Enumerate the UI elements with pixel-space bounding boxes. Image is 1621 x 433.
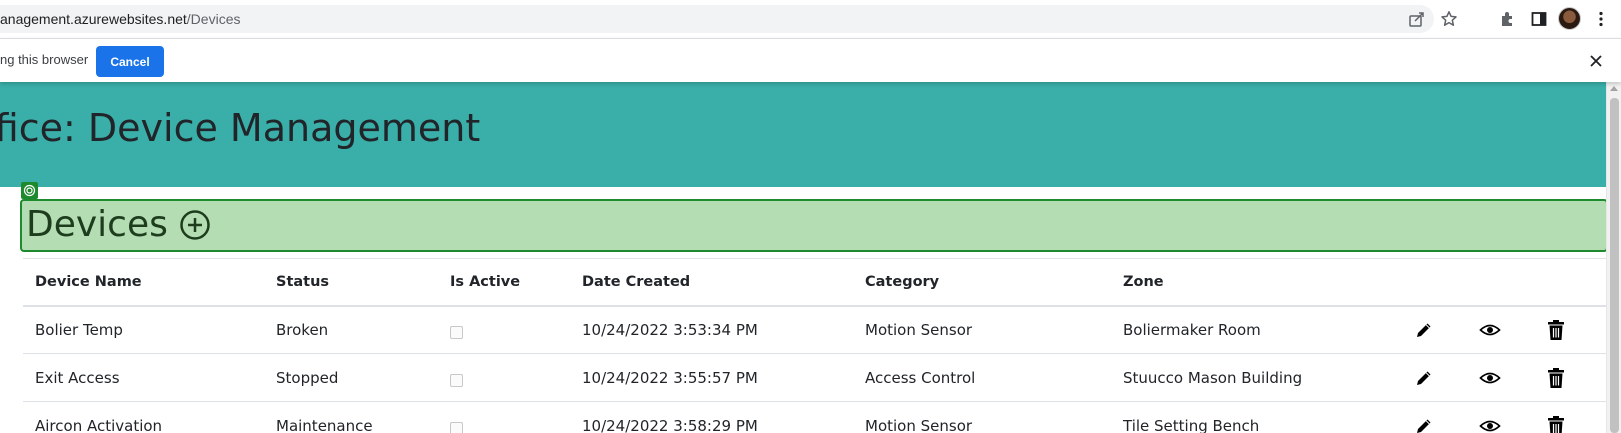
cell-is-active bbox=[438, 353, 570, 402]
pencil-icon[interactable] bbox=[1413, 415, 1435, 433]
side-panel-icon[interactable] bbox=[1528, 8, 1550, 30]
page-header: ffice: Device Management bbox=[0, 82, 1606, 187]
cell-category: Motion Sensor bbox=[853, 305, 1111, 354]
cell-date-created: 10/24/2022 3:55:57 PM bbox=[570, 353, 853, 402]
url-path: /Devices bbox=[186, 11, 241, 27]
star-icon[interactable] bbox=[1438, 8, 1460, 30]
infobar-message: ng this browser bbox=[0, 52, 89, 67]
address-bar[interactable]: anagement.azurewebsites.net/Devices bbox=[0, 5, 1434, 33]
is-active-checkbox[interactable] bbox=[450, 421, 463, 433]
cell-edit bbox=[1401, 353, 1467, 402]
cell-delete bbox=[1533, 305, 1608, 354]
page-title: ffice: Device Management bbox=[0, 106, 481, 150]
table-row: Bolier Temp Broken 10/24/2022 3:53:34 PM… bbox=[23, 305, 1608, 354]
target-icon bbox=[21, 182, 38, 199]
cell-device-name: Bolier Temp bbox=[23, 305, 264, 354]
extensions-icon[interactable] bbox=[1497, 8, 1519, 30]
table-header-row: Device Name Status Is Active Date Create… bbox=[23, 258, 1608, 307]
url-host: anagement.azurewebsites.net bbox=[0, 11, 187, 27]
more-vert-icon[interactable] bbox=[1590, 8, 1612, 30]
column-header: Category bbox=[853, 258, 1111, 307]
column-header: Is Active bbox=[438, 258, 570, 307]
page-viewport: ffice: Device Management Devices Device … bbox=[0, 82, 1621, 433]
column-header: Status bbox=[264, 258, 438, 307]
scroll-up-icon[interactable] bbox=[1610, 86, 1618, 91]
eye-icon[interactable] bbox=[1479, 367, 1501, 389]
cell-category: Access Control bbox=[853, 353, 1111, 402]
cell-view bbox=[1467, 353, 1533, 402]
cell-delete bbox=[1533, 401, 1608, 433]
page-scrollbar[interactable] bbox=[1606, 82, 1621, 433]
cell-delete bbox=[1533, 353, 1608, 402]
table-row: Exit Access Stopped 10/24/2022 3:55:57 P… bbox=[23, 353, 1608, 402]
column-header-delete bbox=[1533, 258, 1608, 307]
share-icon[interactable] bbox=[1406, 8, 1428, 30]
cell-date-created: 10/24/2022 3:58:29 PM bbox=[570, 401, 853, 433]
cell-category: Motion Sensor bbox=[853, 401, 1111, 433]
pencil-icon[interactable] bbox=[1413, 319, 1435, 341]
table-row: Aircon Activation Maintenance 10/24/2022… bbox=[23, 401, 1608, 433]
cell-status: Broken bbox=[264, 305, 438, 354]
column-header: Device Name bbox=[23, 258, 264, 307]
cell-edit bbox=[1401, 401, 1467, 433]
profile-avatar[interactable] bbox=[1558, 7, 1581, 30]
cell-device-name: Aircon Activation bbox=[23, 401, 264, 433]
scroll-thumb[interactable] bbox=[1610, 98, 1619, 433]
column-header: Zone bbox=[1111, 258, 1401, 307]
is-active-checkbox[interactable] bbox=[450, 325, 463, 339]
devices-table: Device Name Status Is Active Date Create… bbox=[23, 258, 1608, 433]
eye-icon[interactable] bbox=[1479, 319, 1501, 341]
column-header: Date Created bbox=[570, 258, 853, 307]
cell-zone: Tile Setting Bench bbox=[1111, 401, 1401, 433]
cell-edit bbox=[1401, 305, 1467, 354]
trash-icon[interactable] bbox=[1545, 367, 1567, 389]
cell-view bbox=[1467, 305, 1533, 354]
cell-status: Stopped bbox=[264, 353, 438, 402]
cell-view bbox=[1467, 401, 1533, 433]
section-title: Devices bbox=[26, 204, 212, 245]
cell-date-created: 10/24/2022 3:53:34 PM bbox=[570, 305, 853, 354]
pencil-icon[interactable] bbox=[1413, 367, 1435, 389]
browser-infobar: ng this browser Cancel bbox=[0, 38, 1621, 82]
trash-icon[interactable] bbox=[1545, 319, 1567, 341]
cell-device-name: Exit Access bbox=[23, 353, 264, 402]
eye-icon[interactable] bbox=[1479, 415, 1501, 433]
column-header-view bbox=[1467, 258, 1533, 307]
cell-is-active bbox=[438, 305, 570, 354]
cell-zone: Boliermaker Room bbox=[1111, 305, 1401, 354]
browser-toolbar: anagement.azurewebsites.net/Devices bbox=[0, 0, 1621, 38]
cell-status: Maintenance bbox=[264, 401, 438, 433]
column-header-edit bbox=[1401, 258, 1467, 307]
cancel-button[interactable]: Cancel bbox=[96, 46, 164, 77]
trash-icon[interactable] bbox=[1545, 415, 1567, 433]
cell-zone: Stuucco Mason Building bbox=[1111, 353, 1401, 402]
cell-is-active bbox=[438, 401, 570, 433]
section-title-text: Devices bbox=[26, 204, 168, 245]
is-active-checkbox[interactable] bbox=[450, 373, 463, 387]
add-device-icon[interactable] bbox=[178, 208, 212, 242]
devices-section-header: Devices bbox=[20, 199, 1608, 252]
close-icon[interactable] bbox=[1586, 51, 1606, 71]
